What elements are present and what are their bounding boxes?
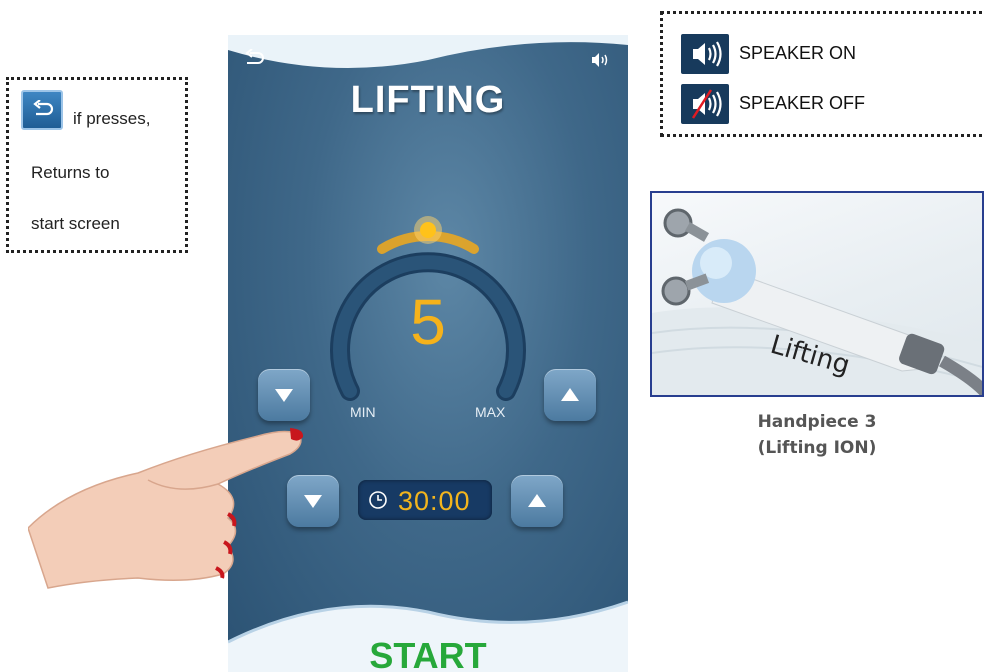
intensity-increase-button[interactable] — [544, 369, 596, 421]
intensity-level: 5 — [410, 286, 446, 358]
mode-title: LIFTING — [350, 79, 506, 121]
callout-back-line1: if presses, — [73, 109, 151, 128]
clock-icon — [369, 491, 387, 509]
speaker-off-label: SPEAKER OFF — [739, 93, 866, 113]
back-button-sample — [21, 90, 63, 130]
pointing-hand-image — [28, 428, 304, 589]
speaker-toggle[interactable] — [590, 52, 612, 73]
intensity-decrease-button[interactable] — [258, 369, 310, 421]
timer-value: 30:00 — [398, 486, 471, 516]
speaker-off-icon — [681, 84, 729, 124]
back-button-callout: if presses, Returns to start screen — [6, 77, 188, 253]
gauge-indicator — [420, 222, 436, 238]
handpiece-image: Lifting — [650, 191, 984, 397]
back-arrow-icon — [245, 48, 264, 64]
speaker-on-icon — [592, 53, 608, 67]
triangle-down-icon — [275, 389, 293, 402]
speaker-on-icon — [681, 34, 729, 74]
speaker-on-label: SPEAKER ON — [739, 43, 857, 63]
speaker-callout: SPEAKER ON SPEAKER OFF — [660, 11, 986, 137]
back-arrow-icon — [33, 100, 54, 116]
triangle-up-icon — [561, 388, 579, 401]
timer-display: 30:00 — [358, 480, 492, 520]
min-label: MIN — [350, 404, 376, 420]
callout-back-line3: start screen — [31, 214, 120, 233]
start-button[interactable]: START — [228, 635, 628, 672]
handpiece-caption-line1: Handpiece 3 — [757, 412, 877, 432]
timer-increase-button[interactable] — [511, 475, 563, 527]
max-label: MAX — [475, 404, 506, 420]
callout-back-line2: Returns to — [31, 163, 110, 182]
handpiece-caption: Handpiece 3 (Lifting ION) — [650, 409, 984, 461]
handpiece-caption-line2: (Lifting ION) — [757, 438, 877, 458]
back-button[interactable] — [244, 48, 266, 72]
triangle-up-icon — [528, 494, 546, 507]
top-wave — [228, 35, 628, 68]
